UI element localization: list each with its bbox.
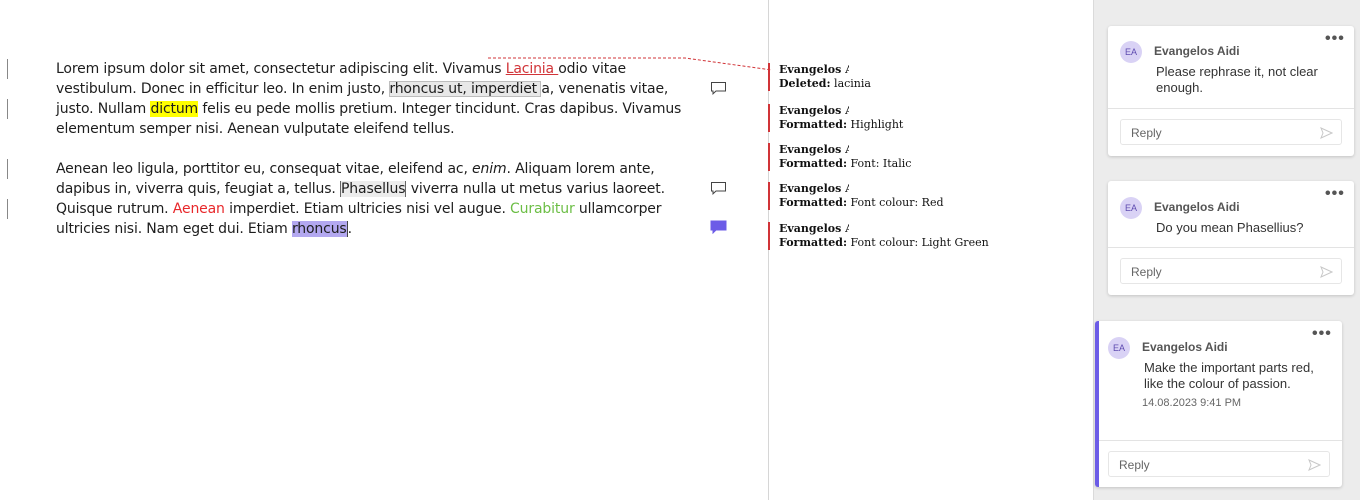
comment-timestamp: 14.08.2023 9:41 PM [1142, 397, 1242, 409]
reply-input[interactable]: Reply [1120, 258, 1342, 284]
commented-range-2[interactable]: Phasellus [340, 181, 407, 197]
revision-detail: Highlight [850, 118, 904, 131]
comment-icon[interactable] [710, 181, 727, 195]
text-run: imperdiet. Etiam ultricies nisi vel augu… [224, 201, 511, 217]
paragraph-2[interactable]: Aenean leo ligula, porttitor eu, consequ… [56, 159, 696, 239]
divider [1108, 108, 1354, 109]
more-options-icon[interactable]: ••• [1325, 186, 1345, 202]
paragraph-1[interactable]: Lorem ipsum dolor sit amet, consectetur … [56, 59, 696, 139]
revision-balloon[interactable]: Evangelos Aidinis Formatted: Highlight [768, 104, 989, 132]
reply-input[interactable]: Reply [1108, 451, 1330, 477]
divider [1099, 440, 1342, 441]
commented-range-1[interactable]: rhoncus ut, imperdiet [389, 81, 542, 97]
revision-detail: lacinia [834, 77, 871, 90]
comment-icon[interactable] [710, 81, 727, 95]
reply-placeholder: Reply [1131, 126, 1162, 140]
text-run: Lorem ipsum dolor sit amet, consectetur … [56, 61, 506, 77]
change-bar [7, 199, 8, 219]
revision-detail: Font colour: Light Green [850, 236, 989, 249]
comment-icon-active[interactable] [710, 220, 727, 234]
comment-card-active[interactable]: EA Evangelos Aidinis ••• Make the import… [1095, 321, 1342, 487]
comment-text: Make the important parts red, like the c… [1144, 360, 1314, 391]
italic-text[interactable]: enim [472, 161, 507, 177]
change-bar [7, 99, 8, 119]
revision-balloon[interactable]: Evangelos Aidinis Formatted: Font: Itali… [768, 143, 989, 171]
more-options-icon[interactable]: ••• [1325, 31, 1345, 47]
red-text[interactable]: Aenean [173, 201, 225, 217]
reply-placeholder: Reply [1131, 265, 1162, 279]
more-options-icon[interactable]: ••• [1312, 326, 1332, 342]
comments-pane: EA Evangelos Aidinis ••• Please rephrase… [1093, 0, 1360, 500]
commented-range-3[interactable]: rhoncus [291, 221, 348, 237]
revision-action: Deleted: [779, 77, 831, 90]
revision-action: Formatted: [779, 157, 848, 170]
comment-card[interactable]: EA Evangelos Aidinis ••• Do you mean Pha… [1108, 181, 1354, 295]
deleted-text[interactable]: Lacinia [506, 61, 559, 77]
revision-author: Evangelos Aidinis [779, 143, 849, 156]
revision-action: Formatted: [779, 118, 848, 131]
revision-balloon[interactable]: Evangelos Aidinis Deleted: lacinia [768, 63, 989, 91]
document-page[interactable]: Lorem ipsum dolor sit amet, consectetur … [0, 0, 768, 500]
reply-input[interactable]: Reply [1120, 119, 1342, 145]
comment-card[interactable]: EA Evangelos Aidinis ••• Please rephrase… [1108, 26, 1354, 156]
revision-author: Evangelos Aidinis [779, 182, 849, 195]
send-icon[interactable] [1320, 127, 1333, 139]
change-bar [7, 159, 8, 179]
comment-text: Please rephrase it, not clear enough. [1156, 64, 1318, 95]
send-icon[interactable] [1308, 459, 1321, 471]
highlighted-text[interactable]: dictum [150, 101, 198, 117]
avatar: EA [1120, 197, 1142, 219]
revision-action: Formatted: [779, 236, 848, 249]
revision-action: Formatted: [779, 196, 848, 209]
change-bar [7, 59, 8, 79]
revision-detail: Font: Italic [850, 157, 912, 170]
revision-detail: Font colour: Red [850, 196, 944, 209]
revision-balloon[interactable]: Evangelos Aidinis Formatted: Font colour… [768, 182, 989, 210]
comment-text: Do you mean Phasellius? [1156, 220, 1304, 235]
revision-author: Evangelos Aidinis [779, 63, 849, 76]
revision-balloon[interactable]: Evangelos Aidinis Formatted: Font colour… [768, 222, 989, 250]
comment-author: Evangelos Aidinis [1142, 340, 1228, 354]
divider [1108, 247, 1354, 248]
reply-placeholder: Reply [1119, 458, 1150, 472]
avatar: EA [1108, 337, 1130, 359]
green-text[interactable]: Curabitur [510, 201, 575, 217]
text-run: Aenean leo ligula, porttitor eu, consequ… [56, 161, 473, 177]
comment-author: Evangelos Aidinis [1154, 200, 1240, 214]
avatar: EA [1120, 41, 1142, 63]
revision-author: Evangelos Aidinis [779, 222, 849, 235]
comment-author: Evangelos Aidinis [1154, 44, 1240, 58]
send-icon[interactable] [1320, 266, 1333, 278]
revision-author: Evangelos Aidinis [779, 104, 849, 117]
text-run: . [347, 221, 352, 237]
